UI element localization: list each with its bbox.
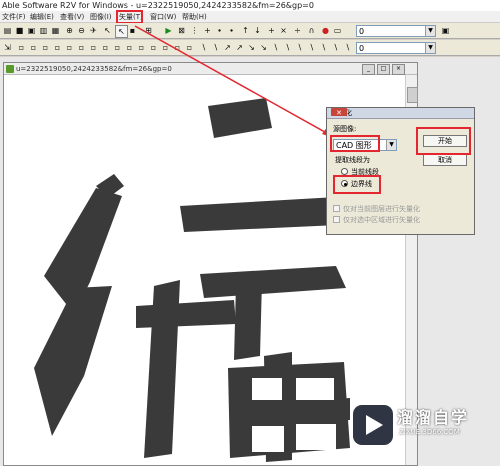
color-icon[interactable]: ● [320, 25, 331, 36]
watermark-url: ZIXUE.3D66.COM [399, 428, 460, 436]
tool-t-icon[interactable]: ↘ [246, 42, 257, 53]
tool-y-icon[interactable]: ∖ [306, 42, 317, 53]
start-highlight [416, 127, 471, 155]
checkbox-selected-area[interactable] [333, 216, 340, 223]
menu-edit[interactable]: 编辑(E) [30, 11, 54, 23]
maximize-icon[interactable]: □ [377, 64, 390, 75]
dialog-titlebar: 矢量化 ✕ [327, 108, 474, 119]
digitize-icon[interactable]: ⇲ [2, 42, 13, 53]
pan-icon[interactable]: ✈ [88, 25, 99, 36]
menu-vector-highlight [116, 10, 143, 24]
tool-h-icon[interactable]: ▫ [100, 42, 111, 53]
tool-ab-icon[interactable]: ∖ [342, 42, 353, 53]
chevron-down-icon: ▼ [425, 26, 435, 36]
tool-c-icon[interactable]: ▫ [40, 42, 51, 53]
close-icon[interactable]: × [392, 64, 405, 75]
tool-e-icon[interactable]: ▫ [64, 42, 75, 53]
source-label: 源图像: [333, 125, 357, 133]
tool-z-icon[interactable]: ∖ [318, 42, 329, 53]
edit-point-icon[interactable]: ▪ [127, 25, 138, 36]
zoom-in-icon[interactable]: ⊕ [64, 25, 75, 36]
minimize-icon[interactable]: _ [362, 64, 375, 75]
arrow-up-icon[interactable]: ↑ [240, 25, 251, 36]
scrollbar-thumb[interactable] [407, 87, 418, 103]
tool-p-icon[interactable]: ∖ [198, 42, 209, 53]
vectorize-icon[interactable]: ⊞ [143, 25, 154, 36]
main-toolbar: ▤ ■ ▣ ▥ ▦ ⊕ ⊖ ✈ ↖ ↖ ▪ ⊞ ▶ ⊠ ⋮ + ∙ ∙ ↑ ↓ … [0, 23, 500, 39]
line-split-icon[interactable]: ∙ [214, 25, 225, 36]
tool-l-icon[interactable]: ▫ [148, 42, 159, 53]
radio-centerline[interactable] [341, 168, 348, 175]
tool-q-icon[interactable]: ∖ [210, 42, 221, 53]
tool-v-icon[interactable]: ∖ [270, 42, 281, 53]
tool-n-icon[interactable]: ▫ [172, 42, 183, 53]
menu-view[interactable]: 查看(V) [60, 11, 84, 23]
app-title: Able Software R2V for Windows - u=232251… [2, 1, 314, 10]
grid-icon[interactable]: ⊠ [176, 25, 187, 36]
tool-o-icon[interactable]: ▫ [184, 42, 195, 53]
tool-f-icon[interactable]: ▫ [76, 42, 87, 53]
save-icon[interactable]: ■ [14, 25, 25, 36]
layer-combo-value: 0 [359, 27, 365, 36]
source-highlight [330, 135, 380, 152]
zoom-out-icon[interactable]: ⊖ [76, 25, 87, 36]
fu-character-glyph [34, 98, 360, 462]
play-icon [366, 415, 383, 435]
tool-k-icon[interactable]: ▫ [136, 42, 147, 53]
image-icon[interactable]: ▣ [26, 25, 37, 36]
tool-x-icon[interactable]: ∖ [294, 42, 305, 53]
layer-combo-2[interactable]: 0 ▼ [356, 42, 436, 54]
delete-icon[interactable]: × [278, 25, 289, 36]
app-titlebar: Able Software R2V for Windows - u=232251… [0, 0, 500, 11]
break-icon[interactable]: ÷ [292, 25, 303, 36]
arrow-down-icon[interactable]: ↓ [252, 25, 263, 36]
checkbox-current-layer-label: 仅对当前图层进行矢量化 [343, 205, 420, 213]
document-titlebar: u=2322519050,2424233582&fm=26&gp=0 _ □ × [4, 63, 417, 75]
tool-r-icon[interactable]: ↗ [222, 42, 233, 53]
vector-file-icon[interactable]: ▥ [38, 25, 49, 36]
cancel-button[interactable]: 取消 [423, 154, 467, 166]
tool-s-icon[interactable]: ↗ [234, 42, 245, 53]
watermark-logo [353, 405, 393, 445]
select-tool-icon[interactable]: ↖ [102, 25, 113, 36]
tool-aa-icon[interactable]: ∖ [330, 42, 341, 53]
tool-u-icon[interactable]: ↘ [258, 42, 269, 53]
tool-j-icon[interactable]: ▫ [124, 42, 135, 53]
extract-group-label: 提取线段为 [335, 156, 370, 164]
tool-b-icon[interactable]: ▫ [28, 42, 39, 53]
checkbox-selected-area-label: 仅对选中区域进行矢量化 [343, 216, 420, 224]
menu-image[interactable]: 图像(I) [90, 11, 112, 23]
menu-help[interactable]: 帮助(H) [182, 11, 207, 23]
chevron-down-icon: ▼ [425, 43, 435, 53]
tool-d-icon[interactable]: ▫ [52, 42, 63, 53]
node-icon[interactable]: ⋮ [189, 25, 200, 36]
print-icon[interactable]: ▦ [50, 25, 61, 36]
close-icon[interactable]: ✕ [331, 108, 347, 117]
layer-combo[interactable]: 0 ▼ [356, 25, 436, 37]
document-icon [6, 65, 14, 73]
menu-window[interactable]: 窗口(W) [150, 11, 176, 23]
layer-icon[interactable]: ▭ [332, 25, 343, 36]
menu-bar: 文件(F) 编辑(E) 查看(V) 图像(I) 矢量(T) 窗口(W) 帮助(H… [0, 11, 500, 23]
line-add-icon[interactable]: + [202, 25, 213, 36]
tool-g-icon[interactable]: ▫ [88, 42, 99, 53]
line-join-icon[interactable]: ∙ [226, 25, 237, 36]
checkbox-current-layer[interactable] [333, 205, 340, 212]
layer-combo-2-value: 0 [359, 44, 365, 53]
menu-file[interactable]: 文件(F) [2, 11, 26, 23]
close-poly-icon[interactable]: ∩ [306, 25, 317, 36]
tool-i-icon[interactable]: ▫ [112, 42, 123, 53]
watermark-brand: 溜溜自学 [397, 408, 470, 427]
edit-toolbar: ⇲ ▫ ▫ ▫ ▫ ▫ ▫ ▫ ▫ ▫ ▫ ▫ ▫ ▫ ▫ ▫ ∖ ∖ ↗ ↗ … [0, 40, 500, 56]
run-icon[interactable]: ▶ [163, 25, 174, 36]
tool-w-icon[interactable]: ∖ [282, 42, 293, 53]
layer-props-icon[interactable]: ▣ [440, 25, 451, 36]
tool-m-icon[interactable]: ▫ [160, 42, 171, 53]
document-title: u=2322519050,2424233582&fm=26&gp=0 [16, 65, 172, 73]
boundary-highlight [333, 175, 381, 194]
tool-a-icon[interactable]: ▫ [16, 42, 27, 53]
insert-icon[interactable]: + [266, 25, 277, 36]
chevron-down-icon: ▼ [386, 140, 396, 150]
open-icon[interactable]: ▤ [2, 25, 13, 36]
